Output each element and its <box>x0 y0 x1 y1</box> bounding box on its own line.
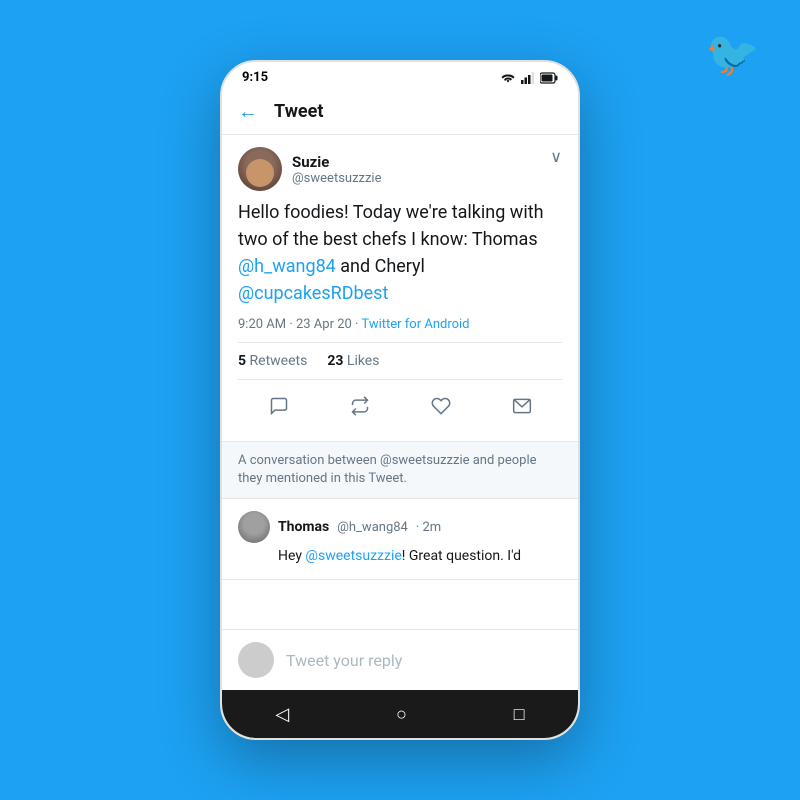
status-icons <box>500 72 558 84</box>
nav-recent-button[interactable]: □ <box>494 696 545 733</box>
reply-user-name: Thomas <box>278 519 329 535</box>
signal-icon <box>521 72 535 84</box>
reply-mention[interactable]: @sweetsuzzzie <box>305 548 401 564</box>
comment-button[interactable] <box>259 392 299 425</box>
likes-stat: 23 Likes <box>327 353 379 369</box>
like-button[interactable] <box>421 392 461 425</box>
reply-input[interactable]: Tweet your reply <box>286 651 562 670</box>
tweet-meta: 9:20 AM · 23 Apr 20 · Twitter for Androi… <box>238 317 562 332</box>
tweet-card: Suzie @sweetsuzzzie ∨ Hello foodies! Tod… <box>222 135 578 442</box>
retweets-stat: 5 Retweets <box>238 353 307 369</box>
reply-header: Thomas @h_wang84 · 2m <box>238 511 562 543</box>
reply-text: Hey @sweetsuzzzie! Great question. I'd <box>278 547 562 567</box>
nav-back-button[interactable]: ◁ <box>255 696 309 733</box>
mention-cupcakes[interactable]: @cupcakesRDbest <box>238 283 388 304</box>
share-button[interactable] <box>502 392 542 425</box>
tweet-text: Hello foodies! Today we're talking with … <box>238 199 562 307</box>
chevron-down-icon[interactable]: ∨ <box>550 147 562 166</box>
wifi-icon <box>500 72 516 84</box>
user-handle: @sweetsuzzzie <box>292 171 381 186</box>
nav-bar: ◁ ○ □ <box>222 690 578 738</box>
tweet-actions <box>238 384 562 429</box>
twitter-logo-icon: 🐦 <box>705 28 760 80</box>
avatar <box>238 147 282 191</box>
reply-tweet: Thomas @h_wang84 · 2m Hey @sweetsuzzzie!… <box>222 499 578 580</box>
page-title: Tweet <box>274 101 323 122</box>
phone-frame: 9:15 ← Tweet <box>220 60 580 740</box>
source-link[interactable]: Twitter for Android <box>361 317 469 332</box>
status-time: 9:15 <box>242 70 268 85</box>
tweet-stats: 5 Retweets 23 Likes <box>238 342 562 380</box>
reply-avatar <box>238 511 270 543</box>
status-bar: 9:15 <box>222 62 578 89</box>
user-info: Suzie @sweetsuzzzie <box>292 153 381 186</box>
tweet-header: Suzie @sweetsuzzzie ∨ <box>238 147 562 191</box>
reply-input-avatar <box>238 642 274 678</box>
reply-time: · 2m <box>416 520 441 535</box>
reply-handle[interactable]: @h_wang84 <box>337 520 408 535</box>
tweet-user-row: Suzie @sweetsuzzzie <box>238 147 381 191</box>
battery-icon <box>540 72 558 84</box>
retweet-button[interactable] <box>340 392 380 425</box>
app-header: ← Tweet <box>222 89 578 135</box>
scroll-content: Suzie @sweetsuzzzie ∨ Hello foodies! Tod… <box>222 135 578 631</box>
reply-input-area: Tweet your reply <box>222 629 578 690</box>
mention-h-wang[interactable]: @h_wang84 <box>238 256 336 277</box>
nav-home-button[interactable]: ○ <box>376 696 427 733</box>
back-button[interactable]: ← <box>238 99 258 124</box>
conversation-notice: A conversation between @sweetsuzzzie and… <box>222 442 578 499</box>
user-name: Suzie <box>292 153 381 171</box>
